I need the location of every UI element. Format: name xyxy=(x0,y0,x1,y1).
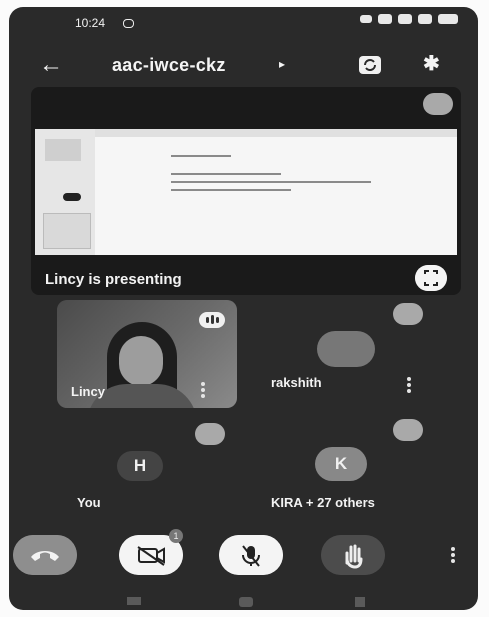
fullscreen-icon[interactable] xyxy=(415,265,447,291)
meeting-details-caret[interactable]: ▸ xyxy=(279,57,285,71)
mic-off-icon xyxy=(423,93,453,115)
signal-icon xyxy=(398,14,412,24)
avatar: K xyxy=(315,447,367,481)
arrow-back-icon[interactable]: ← xyxy=(39,53,63,77)
participant-name: rakshith xyxy=(271,375,322,390)
meet-screen: 10:24 ← aac-iwce-ckz ▸ ✱ Lincy is presen… xyxy=(9,7,478,610)
avatar xyxy=(317,331,375,367)
participant-tile-lincy[interactable]: Lincy xyxy=(57,300,237,408)
meeting-code[interactable]: aac-iwce-ckz xyxy=(112,55,226,76)
end-call-icon[interactable] xyxy=(13,535,77,575)
wifi-icon xyxy=(378,14,392,24)
video-badge: 1 xyxy=(169,529,183,543)
status-icons xyxy=(360,14,458,24)
raise-hand-icon[interactable] xyxy=(321,535,385,575)
slide-text-line xyxy=(171,155,231,157)
app-bar: ← aac-iwce-ckz ▸ ✱ xyxy=(9,43,478,87)
back-nav-icon[interactable] xyxy=(355,597,365,607)
presentation-tile[interactable]: Lincy is presenting xyxy=(31,87,461,295)
hotspot-icon xyxy=(360,15,372,23)
camera-indicator-icon xyxy=(123,19,134,28)
more-vert-icon[interactable] xyxy=(451,547,455,563)
presenting-label: Lincy is presenting xyxy=(45,271,182,288)
participant-tile-rakshith[interactable]: rakshith xyxy=(261,303,461,413)
avatar: H xyxy=(117,451,163,481)
signal-2-icon xyxy=(418,14,432,24)
slide-text-line xyxy=(171,181,371,183)
status-time: 10:24 xyxy=(75,16,106,30)
mic-off-icon xyxy=(393,419,423,441)
status-bar: 10:24 xyxy=(9,7,478,39)
call-controls: 1 xyxy=(9,529,478,581)
mic-off-icon[interactable] xyxy=(219,535,283,575)
battery-icon xyxy=(438,14,458,24)
self-label: You xyxy=(77,495,101,510)
switch-camera-icon[interactable] xyxy=(357,53,383,77)
recent-apps-icon[interactable] xyxy=(127,597,141,605)
audio-bars-icon xyxy=(199,312,225,328)
home-icon[interactable] xyxy=(239,597,253,607)
shared-screen xyxy=(35,129,457,255)
slide-text-line xyxy=(171,173,281,175)
slide-toolbar xyxy=(35,129,457,137)
mic-off-icon xyxy=(195,423,225,445)
participant-name: Lincy xyxy=(71,384,105,399)
slide-mark xyxy=(63,193,81,201)
system-nav-bar xyxy=(9,589,478,610)
slide-text-line xyxy=(171,189,291,191)
more-vert-icon[interactable] xyxy=(407,377,411,393)
slide-thumbnail xyxy=(45,139,81,161)
bluetooth-icon[interactable]: ✱ xyxy=(423,51,440,76)
more-vert-icon[interactable] xyxy=(201,382,205,398)
others-label[interactable]: KIRA + 27 others xyxy=(271,495,375,510)
slide-thumbnail xyxy=(43,213,91,249)
